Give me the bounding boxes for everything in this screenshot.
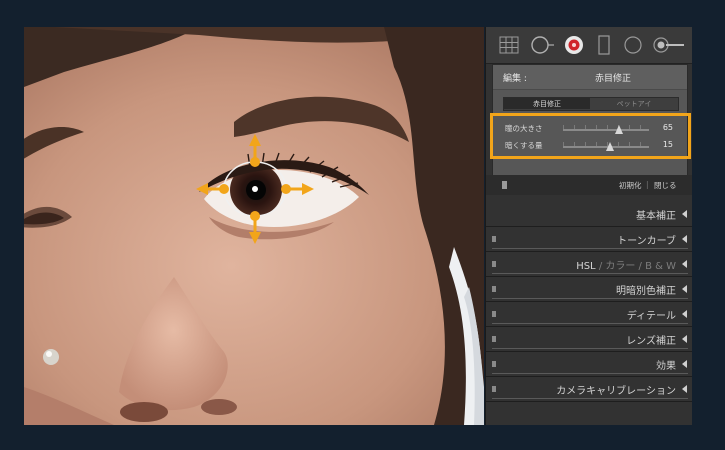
collapse-triangle-icon [682,285,687,293]
mode-red-eye-button[interactable]: 赤目修正 [504,98,590,109]
section-basic[interactable]: 基本補正 [486,202,692,227]
section-hsl[interactable]: HSL / カラー / B & W [486,252,692,277]
photo-canvas[interactable] [24,27,484,425]
section-effects-title: 効果 [656,361,676,372]
mode-toggle: 赤目修正 ペットアイ [503,97,679,111]
section-switch[interactable] [492,236,496,242]
spot-removal-icon[interactable] [530,34,556,56]
section-basic-title: 基本補正 [636,211,676,222]
section-camera-title: カメラキャリブレーション [556,386,676,397]
slider-highlight-box [490,113,691,159]
section-hsl-title: HSL / カラー / B & W [576,257,676,272]
section-switch[interactable] [492,286,496,292]
footer-divider: | [646,180,649,189]
section-divider [492,323,688,324]
collapse-triangle-icon [682,385,687,393]
section-camera-calibration[interactable]: カメラキャリブレーション [486,377,692,402]
section-divider [492,298,688,299]
section-lens[interactable]: レンズ補正 [486,327,692,352]
collapse-triangle-icon [682,210,687,218]
collapse-triangle-icon [682,310,687,318]
adjustment-brush-icon[interactable] [652,34,686,56]
graduated-filter-icon[interactable] [596,34,612,56]
close-button[interactable]: 閉じる [654,180,677,191]
section-split-toning[interactable]: 明暗別色補正 [486,277,692,302]
collapse-triangle-icon [682,335,687,343]
collapse-triangle-icon [682,360,687,368]
crop-grid-icon[interactable] [498,34,520,56]
section-switch[interactable] [492,311,496,317]
edit-mode-value: 赤目修正 [595,74,632,84]
mode-pet-eye-button[interactable]: ペットアイ [591,99,677,109]
hsl-tab[interactable]: HSL [576,261,595,272]
section-divider [492,273,688,274]
section-divider [492,398,688,399]
section-effects[interactable]: 効果 [486,352,692,377]
portrait-photo [24,27,484,425]
section-tone-curve[interactable]: トーンカーブ [486,227,692,252]
section-divider [492,373,688,374]
section-divider [492,248,688,249]
red-eye-icon[interactable] [563,34,585,56]
color-bw-tabs[interactable]: / カラー / B & W [596,261,676,272]
section-lens-title: レンズ補正 [626,336,676,347]
section-detail-title: ディテール [626,311,676,322]
collapse-triangle-icon [682,260,687,268]
radial-filter-icon[interactable] [622,34,644,56]
tool-on-off-switch[interactable] [502,181,507,189]
red-eye-header: 編集 : 赤目修正 [493,65,687,90]
tool-footer: 初期化 | 閉じる [486,175,692,195]
section-divider [492,348,688,349]
section-tone-curve-title: トーンカーブ [617,236,676,247]
section-switch[interactable] [492,386,496,392]
section-switch[interactable] [492,261,496,267]
section-switch[interactable] [492,336,496,342]
develop-panel: 編集 : 赤目修正 赤目修正 ペットアイ 瞳の大きさ 65 暗くする量 15 初… [485,27,692,425]
reset-button[interactable]: 初期化 [619,180,642,191]
section-split-toning-title: 明暗別色補正 [616,286,676,297]
edit-label: 編集 : [503,74,527,84]
collapse-triangle-icon [682,235,687,243]
tool-strip [486,27,692,64]
section-detail[interactable]: ディテール [486,302,692,327]
section-switch[interactable] [492,361,496,367]
